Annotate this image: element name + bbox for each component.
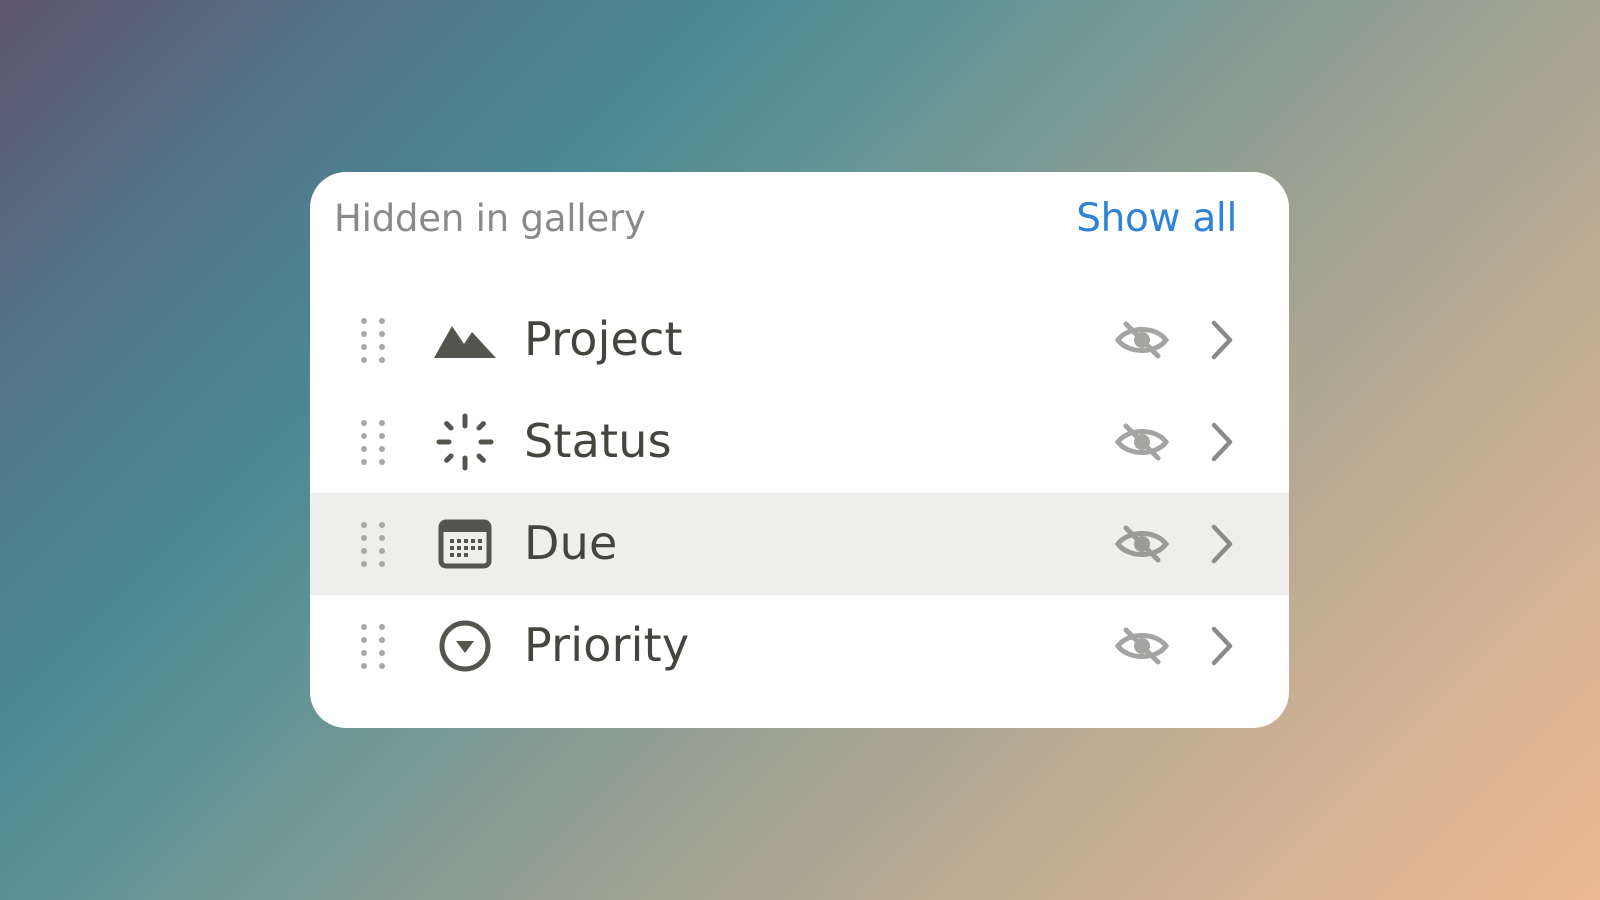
property-row-project[interactable]: Project (310, 289, 1289, 391)
property-label: Priority (524, 617, 690, 672)
property-row-due[interactable]: Due (310, 493, 1289, 595)
property-label: Status (524, 413, 672, 468)
drag-handle-icon[interactable] (358, 622, 388, 670)
chevron-right-icon[interactable] (1206, 522, 1236, 566)
chevron-circle-icon (434, 615, 496, 677)
drag-handle-icon[interactable] (358, 418, 388, 466)
drag-handle-icon[interactable] (358, 316, 388, 364)
eye-off-icon[interactable] (1114, 422, 1170, 462)
calendar-icon (434, 513, 496, 575)
chevron-right-icon[interactable] (1206, 420, 1236, 464)
eye-off-icon[interactable] (1114, 524, 1170, 564)
panel-header: Hidden in gallery Show all (334, 190, 1237, 246)
chevron-right-icon[interactable] (1206, 318, 1236, 362)
property-row-priority[interactable]: Priority (310, 595, 1289, 697)
property-label: Project (524, 311, 683, 366)
hidden-properties-panel: Hidden in gallery Show all Project Statu… (310, 172, 1289, 728)
mountain-icon (434, 309, 496, 371)
property-row-status[interactable]: Status (310, 391, 1289, 493)
property-label: Due (524, 515, 618, 570)
eye-off-icon[interactable] (1114, 320, 1170, 360)
drag-handle-icon[interactable] (358, 520, 388, 568)
panel-title: Hidden in gallery (334, 196, 646, 240)
eye-off-icon[interactable] (1114, 626, 1170, 666)
chevron-right-icon[interactable] (1206, 624, 1236, 668)
loading-spinner-icon (434, 411, 496, 473)
show-all-button[interactable]: Show all (1076, 196, 1237, 241)
